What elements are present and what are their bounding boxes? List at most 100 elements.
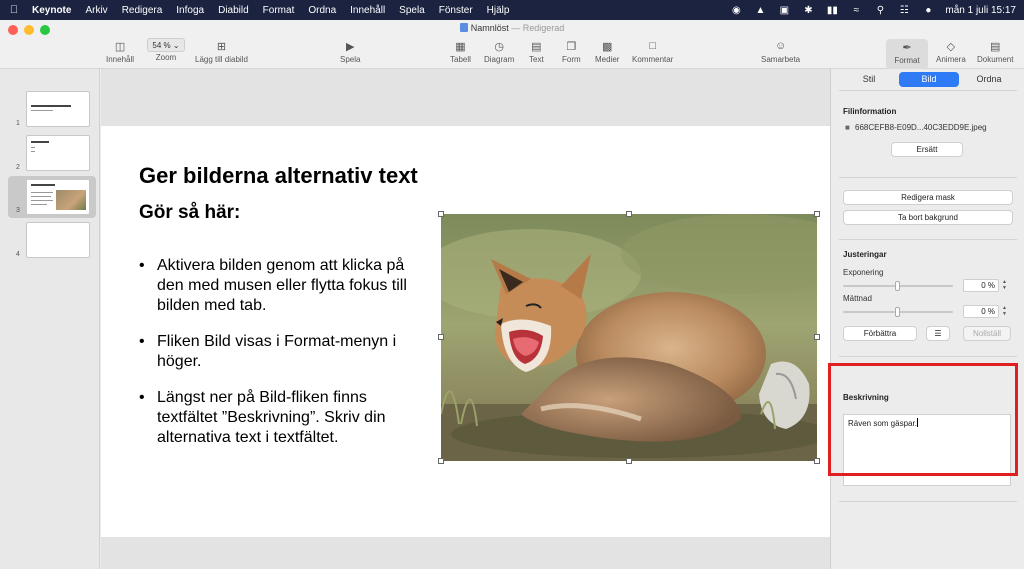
bullet-list[interactable]: Aktivera bilden genom att klicka på den … (139, 256, 429, 464)
wifi-icon[interactable]: ≈ (849, 5, 863, 16)
sliders-icon: ☰ (934, 329, 942, 338)
menu-spela[interactable]: Spela (392, 5, 432, 16)
menu-innehall[interactable]: Innehåll (343, 5, 392, 16)
text-button[interactable]: ▤ Text (529, 38, 544, 68)
divider (839, 90, 1017, 91)
menu-infoga[interactable]: Infoga (169, 5, 211, 16)
enhance-button[interactable]: Förbättra (843, 326, 917, 341)
divider (839, 177, 1017, 178)
bluetooth-icon[interactable]: ✱ (801, 5, 815, 16)
collaborate-button[interactable]: ☺ Samarbeta (761, 38, 800, 68)
resize-handle-bottom-left[interactable] (438, 458, 444, 464)
plus-square-icon: ⊞ (216, 40, 227, 53)
resize-handle-bottom[interactable] (626, 458, 632, 464)
menu-format[interactable]: Format (256, 5, 302, 16)
battery-icon[interactable]: ▮▮ (825, 5, 839, 16)
play-label: Spela (340, 55, 361, 64)
toolbar: Namnlöst — Redigerad ◫ Innehåll 54 % ⌄ Z… (0, 20, 1024, 69)
chart-icon: ◷ (494, 40, 504, 53)
warning-icon[interactable]: ▲ (753, 5, 767, 16)
fox-photo[interactable] (438, 211, 820, 464)
slide-thumbnail-2[interactable] (26, 135, 90, 171)
exposure-field[interactable]: 0 % (963, 279, 999, 292)
zoom-select[interactable]: 54 % ⌄ (147, 38, 185, 52)
zoom-control[interactable]: 54 % ⌄ Zoom (147, 38, 185, 68)
menu-arkiv[interactable]: Arkiv (78, 5, 114, 16)
resize-handle-top-right[interactable] (814, 211, 820, 217)
resize-handle-left[interactable] (438, 334, 444, 340)
menu-ordna[interactable]: Ordna (301, 5, 343, 16)
tab-bild[interactable]: Bild (899, 72, 959, 87)
menu-app-keynote[interactable]: Keynote (28, 5, 78, 16)
chart-button[interactable]: ◷ Diagram (484, 38, 514, 68)
slide-canvas: Ger bilderna alternativ text Gör så här:… (101, 69, 830, 569)
apple-menu-icon[interactable]:  (0, 4, 28, 16)
saturation-slider[interactable] (843, 307, 953, 317)
innehall-button[interactable]: ◫ Innehåll (106, 38, 134, 68)
collaborate-label: Samarbeta (761, 55, 801, 64)
play-button[interactable]: ▶ Spela (340, 38, 360, 68)
resize-handle-top[interactable] (626, 211, 632, 217)
creative-cloud-icon[interactable]: ◉ (729, 5, 743, 16)
replace-button[interactable]: Ersätt (891, 142, 963, 157)
exposure-slider[interactable] (843, 281, 953, 291)
shape-button[interactable]: ❐ Form (562, 38, 581, 68)
add-slide-button[interactable]: ⊞ Lägg till diabild (195, 38, 248, 68)
remove-background-button[interactable]: Ta bort bakgrund (843, 210, 1013, 225)
menu-redigera[interactable]: Redigera (115, 5, 170, 16)
reset-button[interactable]: Nollställ (963, 326, 1011, 341)
adjust-settings-button[interactable]: ☰ (926, 326, 950, 341)
fox-image-graphic (441, 214, 817, 461)
thumb-title-line (31, 141, 49, 143)
exposure-stepper[interactable]: ▲ ▼ (1001, 279, 1008, 292)
keynote-window: Namnlöst — Redigerad ◫ Innehåll 54 % ⌄ Z… (0, 20, 1024, 569)
saturation-slider-knob[interactable] (895, 307, 900, 317)
slide-subtitle[interactable]: Gör så här: (139, 202, 240, 224)
menu-hjalp[interactable]: Hjälp (480, 5, 517, 16)
resize-handle-top-left[interactable] (438, 211, 444, 217)
file-info-heading: Filinformation (843, 107, 897, 116)
media-button[interactable]: ▩ Medier (595, 38, 619, 68)
menu-fonster[interactable]: Fönster (432, 5, 480, 16)
display-icon[interactable]: ▣ (777, 5, 791, 16)
search-icon[interactable]: ⚲ (873, 5, 887, 16)
saturation-stepper[interactable]: ▲ ▼ (1001, 305, 1008, 318)
slide-number: 4 (16, 251, 20, 258)
tab-stil[interactable]: Stil (839, 72, 899, 87)
resize-handle-bottom-right[interactable] (814, 458, 820, 464)
edit-mask-button[interactable]: Redigera mask (843, 190, 1013, 205)
thumb-bullet (31, 147, 35, 148)
thumb-text-line (31, 196, 51, 197)
saturation-field[interactable]: 0 % (963, 305, 999, 318)
slide-thumbnail-3[interactable] (26, 179, 90, 215)
table-icon: ▦ (455, 40, 466, 53)
divider (839, 501, 1017, 502)
tab-ordna[interactable]: Ordna (959, 72, 1019, 87)
divider (839, 239, 1017, 240)
menu-diabild[interactable]: Diabild (211, 5, 256, 16)
animate-button[interactable]: ◇ Animera (936, 38, 966, 68)
format-label: Format (894, 56, 920, 65)
zoom-value: 54 % (152, 40, 171, 50)
resize-handle-right[interactable] (814, 334, 820, 340)
exposure-slider-knob[interactable] (895, 281, 900, 291)
document-button[interactable]: ▤ Dokument (977, 38, 1013, 68)
control-center-icon[interactable]: ☷ (897, 5, 911, 16)
slide-title[interactable]: Ger bilderna alternativ text (139, 163, 418, 189)
document-name: Namnlöst (470, 23, 509, 33)
comment-button[interactable]: □ Kommentar (632, 38, 673, 68)
slide[interactable]: Ger bilderna alternativ text Gör så här:… (101, 126, 830, 537)
window-title: Namnlöst — Redigerad (0, 23, 1024, 33)
format-button[interactable]: ✒ Format (886, 39, 928, 69)
slide-thumbnail-4[interactable] (26, 222, 90, 258)
shape-icon: ❐ (566, 40, 577, 53)
table-button[interactable]: ▦ Tabell (450, 38, 471, 68)
adjustments-heading: Justeringar (843, 250, 887, 259)
bullet-item: Fliken Bild visas i Format-menyn i höger… (139, 332, 429, 372)
siri-icon[interactable]: ● (921, 5, 935, 16)
menubar-clock[interactable]: mån 1 juli 15:17 (945, 5, 1016, 16)
add-slide-label: Lägg till diabild (195, 55, 248, 64)
slide-thumbnail-1[interactable] (26, 91, 90, 127)
status-area: ◉ ▲ ▣ ✱ ▮▮ ≈ ⚲ ☷ ● mån 1 juli 15:17 (729, 0, 1016, 20)
sidebar-icon: ◫ (114, 40, 126, 53)
